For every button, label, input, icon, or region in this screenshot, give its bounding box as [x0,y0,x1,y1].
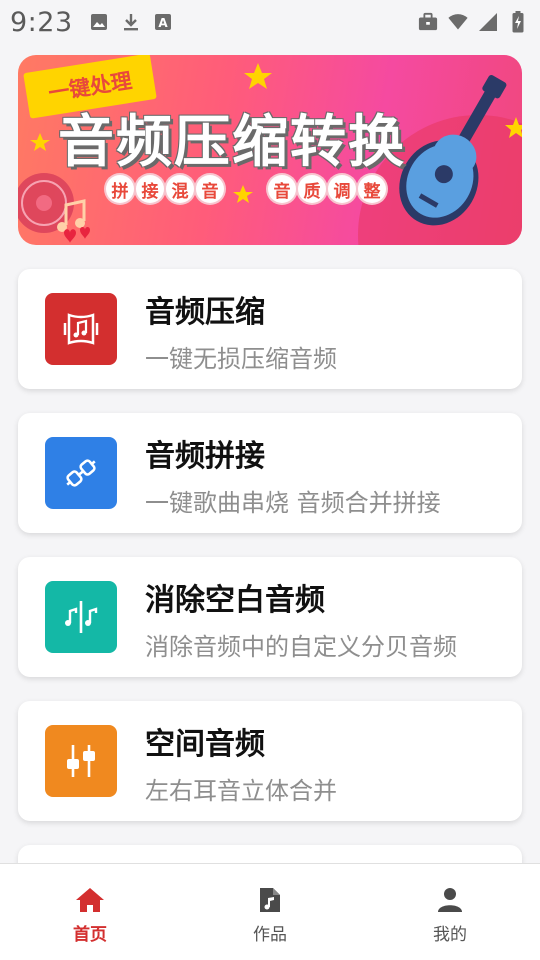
app-screen: 9:23 A 一键处理 音频压缩转换 拼 接 混 音 音 质 调 整 音频压缩 … [0,0,540,960]
nav-item-works[interactable]: 作品 [180,864,360,960]
feature-subtitle: 一键无损压缩音频 [145,345,337,373]
link-plug-icon [45,437,117,509]
feature-card-audio-compress[interactable]: 音频压缩 一键无损压缩音频 [18,269,522,389]
music-split-icon [45,581,117,653]
nav-item-mine[interactable]: 我的 [360,864,540,960]
feature-title: 音频压缩 [145,295,265,330]
feature-card-spatial-audio[interactable]: 空间音频 左右耳音立体合并 [18,701,522,821]
nav-label: 首页 [73,925,107,945]
svg-text:A: A [158,16,168,30]
status-time: 9:23 [10,6,73,38]
home-icon [75,886,105,914]
image-icon [89,12,109,32]
banner-chip: 调 [328,175,356,203]
feature-title: 消除空白音频 [145,583,325,618]
person-icon [435,886,465,914]
nav-label: 我的 [433,925,467,945]
banner-title: 音频压缩转换 [58,109,406,175]
promo-banner[interactable]: 一键处理 音频压缩转换 拼 接 混 音 音 质 调 整 [18,55,522,245]
signal-icon [478,12,498,32]
feature-card-remove-silence[interactable]: 消除空白音频 消除音频中的自定义分贝音频 [18,557,522,677]
chip-group-splice-mix: 拼 接 混 音 [106,175,224,203]
battery-icon [508,11,528,33]
audio-compress-icon [45,293,117,365]
font-icon: A [153,12,173,32]
banner-chip: 拼 [106,175,134,203]
banner-chip: 整 [358,175,386,203]
banner-chip: 接 [136,175,164,203]
feature-title: 音频拼接 [145,439,265,474]
equalizer-icon [45,725,117,797]
status-bar: 9:23 A [0,0,540,44]
nav-item-home[interactable]: 首页 [0,864,180,960]
feature-subtitle: 一键歌曲串烧 音频合并拼接 [145,489,441,517]
feature-subtitle: 消除音频中的自定义分贝音频 [145,633,457,661]
banner-chip: 混 [166,175,194,203]
feature-subtitle: 左右耳音立体合并 [145,777,337,805]
banner-chip: 音 [268,175,296,203]
nav-label: 作品 [253,925,287,945]
briefcase-icon [418,12,438,32]
bottom-nav: 首页 作品 我的 [0,863,540,960]
music-file-icon [255,886,285,914]
chip-group-quality-adjust: 音 质 调 整 [268,175,386,203]
banner-chip: 质 [298,175,326,203]
wifi-icon [448,12,468,32]
banner-chip: 音 [196,175,224,203]
feature-title: 空间音频 [145,727,265,762]
banner-chips: 拼 接 混 音 音 质 调 整 [106,175,386,203]
download-icon [121,12,141,32]
feature-card-audio-splice[interactable]: 音频拼接 一键歌曲串烧 音频合并拼接 [18,413,522,533]
